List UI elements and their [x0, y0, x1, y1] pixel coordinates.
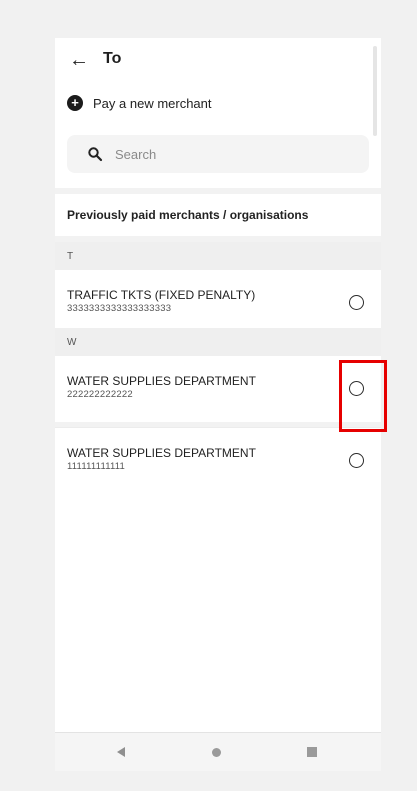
back-button[interactable]: ← — [67, 48, 91, 72]
search-placeholder: Search — [115, 146, 157, 162]
search-input[interactable]: Search — [67, 135, 369, 173]
merchant-account: 3333333333333333333 — [67, 303, 172, 314]
select-radio[interactable] — [349, 295, 364, 310]
list-empty-area — [55, 494, 381, 732]
merchant-name: TRAFFIC TKTS (FIXED PENALTY) — [67, 288, 256, 302]
search-icon — [88, 147, 103, 162]
merchant-account: 222222222222 — [67, 389, 133, 400]
merchant-name: WATER SUPPLIES DEPARTMENT — [67, 446, 256, 460]
nav-back-icon[interactable] — [117, 747, 125, 757]
previously-paid-heading: Previously paid merchants / organisation… — [55, 194, 381, 236]
arrow-left-icon: ← — [69, 48, 89, 71]
merchant-row[interactable]: TRAFFIC TKTS (FIXED PENALTY) 33333333333… — [55, 270, 381, 336]
merchant-account: 111111111111 — [67, 461, 126, 472]
pay-new-merchant-label: Pay a new merchant — [93, 95, 212, 111]
section-letter: T — [67, 250, 74, 262]
section-heading: Previously paid merchants / organisation… — [67, 208, 309, 222]
merchant-name: WATER SUPPLIES DEPARTMENT — [67, 374, 256, 388]
merchant-row[interactable]: WATER SUPPLIES DEPARTMENT 111111111111 — [55, 428, 381, 494]
scrollbar[interactable] — [373, 46, 377, 136]
nav-recents-icon[interactable] — [307, 747, 317, 757]
section-header-t: T — [55, 242, 381, 270]
page-title: To — [103, 50, 122, 67]
system-nav-bar — [55, 732, 381, 771]
select-radio[interactable] — [349, 453, 364, 468]
nav-home-icon[interactable] — [212, 748, 221, 757]
highlight-box — [339, 360, 387, 432]
merchant-row[interactable]: WATER SUPPLIES DEPARTMENT 222222222222 — [55, 356, 381, 422]
plus-circle-icon: + — [67, 95, 83, 111]
phone-screen: ← To + Pay a new merchant Search Previou… — [55, 38, 381, 771]
section-letter: W — [67, 336, 77, 348]
section-header-w: W — [55, 328, 381, 356]
header-card: ← To + Pay a new merchant Search — [55, 38, 381, 188]
pay-new-merchant-button[interactable]: + Pay a new merchant — [67, 93, 212, 113]
